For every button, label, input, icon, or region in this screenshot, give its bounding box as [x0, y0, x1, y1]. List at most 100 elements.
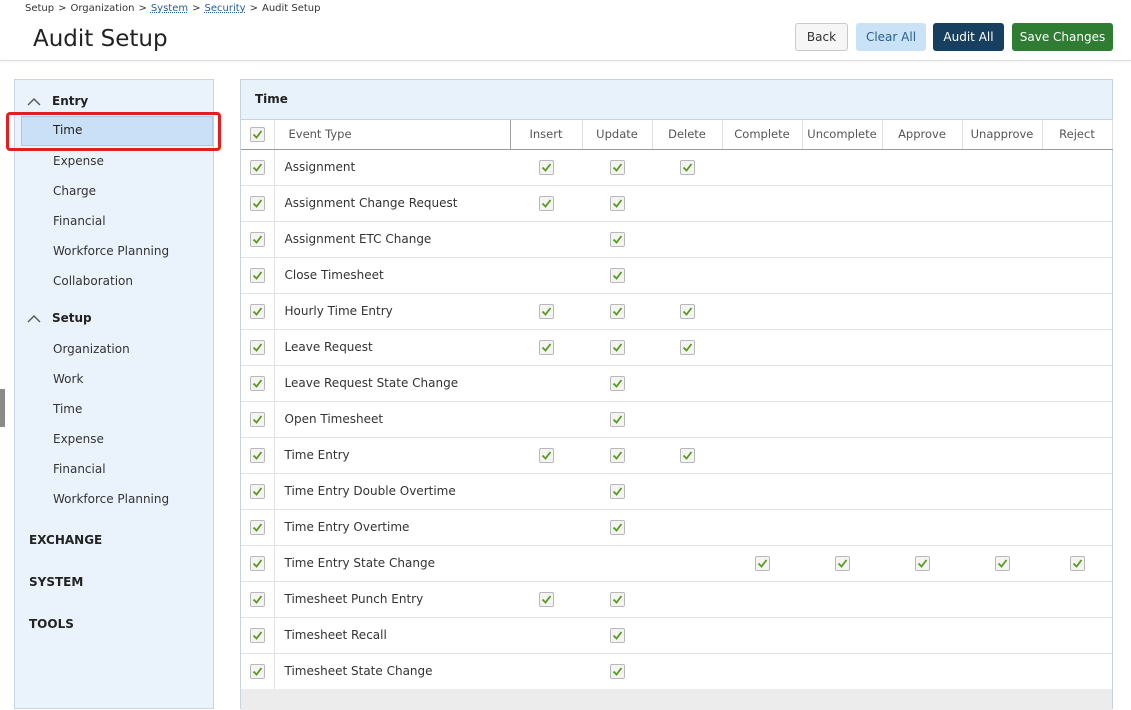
unapprove-cell[interactable] [962, 293, 1042, 330]
delete-cell[interactable] [652, 581, 722, 618]
update-checkbox[interactable] [609, 195, 625, 211]
sidebar-group-entry[interactable]: Entry [27, 94, 88, 108]
row-select-checkbox[interactable] [249, 519, 265, 535]
approve-cell[interactable] [882, 437, 962, 474]
column-header-approve[interactable]: Approve [882, 120, 963, 150]
sidebar-section-tools[interactable]: TOOLS [29, 617, 74, 631]
complete-cell[interactable] [722, 185, 802, 222]
uncomplete-cell[interactable] [802, 617, 882, 654]
update-checkbox[interactable] [609, 303, 625, 319]
reject-cell[interactable] [1042, 653, 1112, 690]
update-checkbox[interactable] [609, 447, 625, 463]
approve-cell[interactable] [882, 257, 962, 294]
uncomplete-cell[interactable] [802, 473, 882, 510]
sidebar-item-collaboration[interactable]: Collaboration [53, 272, 133, 290]
delete-cell[interactable] [652, 257, 722, 294]
column-header-delete[interactable]: Delete [652, 120, 723, 150]
insert-cell[interactable] [510, 545, 582, 582]
approve-cell[interactable] [882, 293, 962, 330]
row-select-checkbox[interactable] [249, 447, 265, 463]
complete-cell[interactable] [722, 329, 802, 366]
update-cell[interactable] [582, 545, 652, 582]
row-select-checkbox[interactable] [249, 195, 265, 211]
reject-cell[interactable] [1042, 257, 1112, 294]
sidebar-group-setup[interactable]: Setup [27, 311, 92, 325]
delete-cell[interactable] [652, 473, 722, 510]
uncomplete-cell[interactable] [802, 293, 882, 330]
insert-checkbox[interactable] [538, 159, 554, 175]
complete-cell[interactable] [722, 149, 802, 186]
complete-cell[interactable] [722, 257, 802, 294]
uncomplete-cell[interactable] [802, 149, 882, 186]
delete-cell[interactable] [652, 509, 722, 546]
column-header-insert[interactable]: Insert [510, 120, 583, 150]
reject-cell[interactable] [1042, 365, 1112, 402]
row-select-checkbox[interactable] [249, 303, 265, 319]
approve-cell[interactable] [882, 509, 962, 546]
uncomplete-cell[interactable] [802, 401, 882, 438]
uncomplete-cell[interactable] [802, 185, 882, 222]
approve-cell[interactable] [882, 149, 962, 186]
reject-checkbox[interactable] [1069, 555, 1085, 571]
delete-checkbox[interactable] [679, 303, 695, 319]
reject-cell[interactable] [1042, 149, 1112, 186]
reject-cell[interactable] [1042, 437, 1112, 474]
row-select-checkbox[interactable] [249, 627, 265, 643]
uncomplete-cell[interactable] [802, 581, 882, 618]
row-select-checkbox[interactable] [249, 411, 265, 427]
unapprove-cell[interactable] [962, 581, 1042, 618]
unapprove-cell[interactable] [962, 617, 1042, 654]
sidebar-item-setup-expense[interactable]: Expense [53, 430, 104, 448]
uncomplete-cell[interactable] [802, 509, 882, 546]
update-checkbox[interactable] [609, 591, 625, 607]
select-all-header[interactable] [241, 120, 275, 150]
insert-checkbox[interactable] [538, 195, 554, 211]
unapprove-cell[interactable] [962, 509, 1042, 546]
approve-cell[interactable] [882, 653, 962, 690]
insert-cell[interactable] [510, 617, 582, 654]
complete-cell[interactable] [722, 401, 802, 438]
delete-checkbox[interactable] [679, 339, 695, 355]
sidebar-item-setup-time[interactable]: Time [53, 400, 82, 418]
update-checkbox[interactable] [609, 267, 625, 283]
approve-cell[interactable] [882, 365, 962, 402]
delete-cell[interactable] [652, 401, 722, 438]
reject-cell[interactable] [1042, 329, 1112, 366]
insert-cell[interactable] [510, 365, 582, 402]
audit-all-button[interactable]: Audit All [933, 23, 1004, 51]
uncomplete-checkbox[interactable] [834, 555, 850, 571]
column-header-complete[interactable]: Complete [722, 120, 803, 150]
insert-checkbox[interactable] [538, 447, 554, 463]
clear-all-button[interactable]: Clear All [856, 23, 926, 51]
complete-cell[interactable] [722, 581, 802, 618]
unapprove-cell[interactable] [962, 185, 1042, 222]
sidebar-item-charge[interactable]: Charge [53, 182, 96, 200]
approve-cell[interactable] [882, 473, 962, 510]
update-checkbox[interactable] [609, 231, 625, 247]
delete-cell[interactable] [652, 653, 722, 690]
approve-cell[interactable] [882, 617, 962, 654]
delete-cell[interactable] [652, 365, 722, 402]
complete-cell[interactable] [722, 437, 802, 474]
sidebar-item-workforce-planning[interactable]: Workforce Planning [53, 242, 169, 260]
complete-cell[interactable] [722, 509, 802, 546]
uncomplete-cell[interactable] [802, 221, 882, 258]
delete-cell[interactable] [652, 545, 722, 582]
update-checkbox[interactable] [609, 627, 625, 643]
complete-cell[interactable] [722, 293, 802, 330]
update-checkbox[interactable] [609, 159, 625, 175]
delete-cell[interactable] [652, 221, 722, 258]
select-all-checkbox[interactable] [249, 126, 265, 142]
approve-cell[interactable] [882, 329, 962, 366]
row-select-checkbox[interactable] [249, 231, 265, 247]
sidebar-section-exchange[interactable]: EXCHANGE [29, 533, 102, 547]
update-checkbox[interactable] [609, 519, 625, 535]
update-checkbox[interactable] [609, 339, 625, 355]
uncomplete-cell[interactable] [802, 437, 882, 474]
sidebar-item-work[interactable]: Work [53, 370, 83, 388]
sidebar-item-expense[interactable]: Expense [53, 152, 104, 170]
insert-checkbox[interactable] [538, 303, 554, 319]
insert-checkbox[interactable] [538, 591, 554, 607]
row-select-checkbox[interactable] [249, 663, 265, 679]
insert-cell[interactable] [510, 473, 582, 510]
